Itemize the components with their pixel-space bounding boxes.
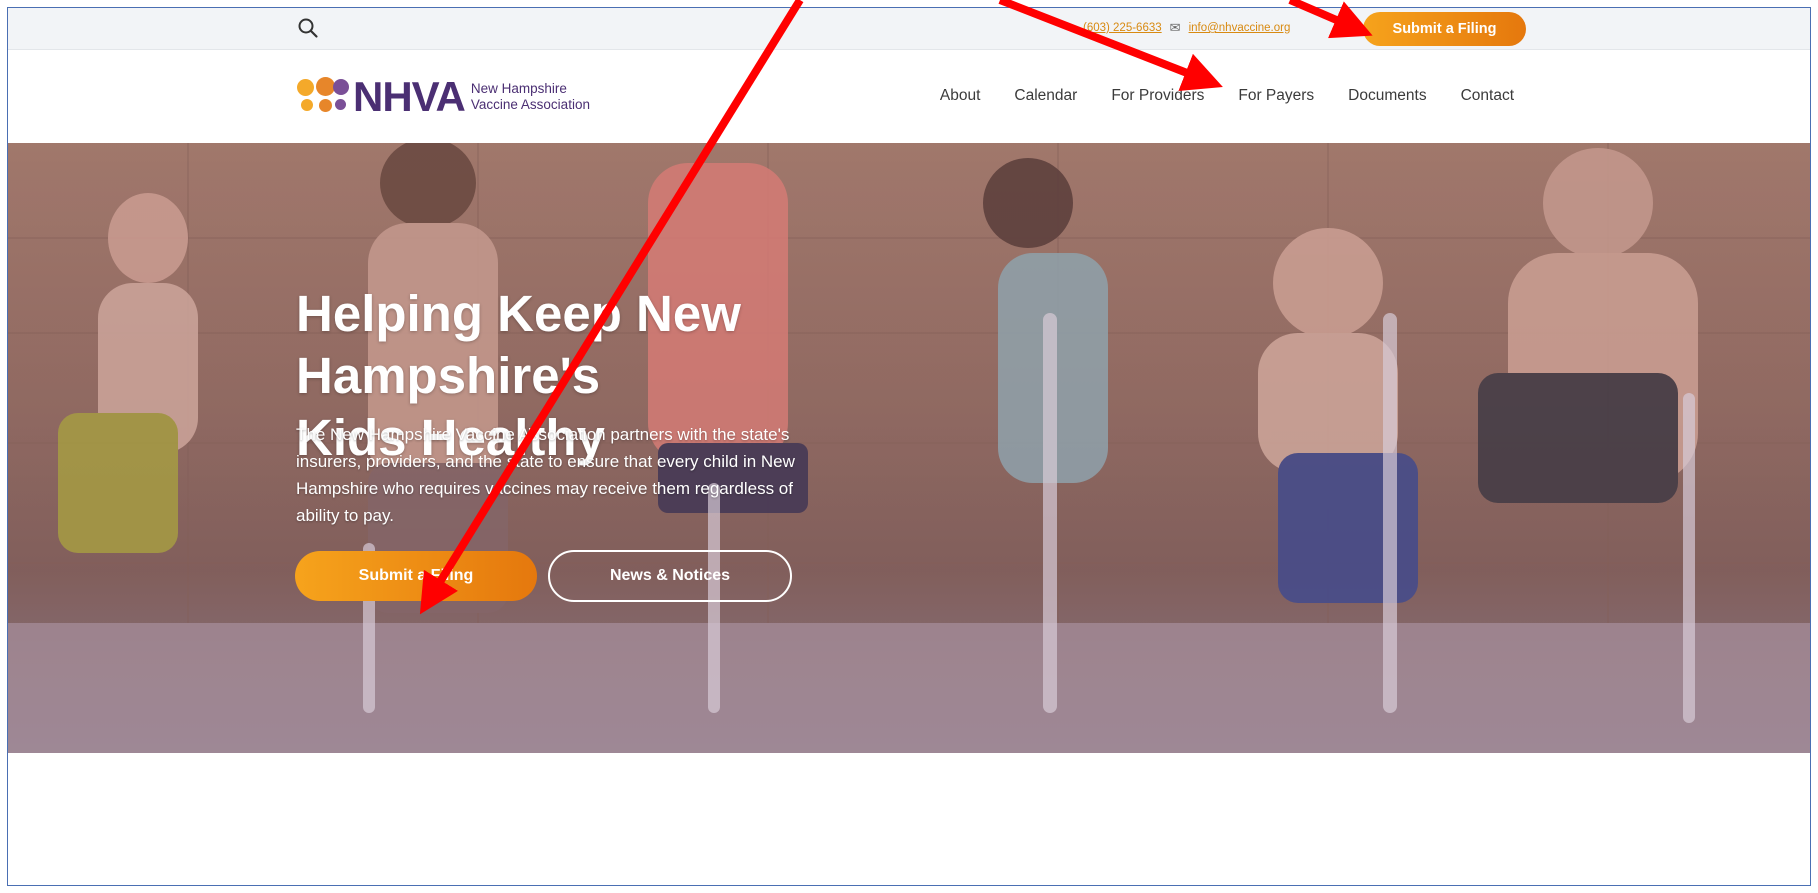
logo-mark-icon [297,77,351,117]
main-nav: About Calendar For Providers For Payers … [940,87,1514,105]
nav-item-contact[interactable]: Contact [1461,87,1514,105]
site-header: NHVA New Hampshire Vaccine Association A… [8,50,1810,143]
hero-section: Helping Keep New Hampshire's Kids Health… [8,143,1810,753]
hero-title-line1: Helping Keep New Hampshire's [296,285,741,404]
nav-item-calendar[interactable]: Calendar [1014,87,1077,105]
top-submit-filing-button[interactable]: Submit a Filing [1363,12,1526,46]
nav-item-about[interactable]: About [940,87,981,105]
phone-link[interactable]: (603) 225-6633 [1083,22,1162,34]
nav-item-documents[interactable]: Documents [1348,87,1426,105]
utility-bar: (603) 225-6633 ✉ info@nhvaccine.org Subm… [8,8,1810,50]
email-link[interactable]: info@nhvaccine.org [1189,22,1291,34]
contact-info: (603) 225-6633 ✉ info@nhvaccine.org [1083,20,1290,36]
mail-icon: ✉ [1169,20,1181,35]
nav-item-for-payers[interactable]: For Payers [1238,87,1314,105]
logo-subtitle-line2: Vaccine Association [470,97,590,112]
hero-submit-filing-button[interactable]: Submit a Filing [295,551,537,601]
hero-description: The New Hampshire Vaccine Association pa… [296,425,795,525]
nav-item-for-providers[interactable]: For Providers [1111,87,1204,105]
content-area [8,753,1810,885]
site-logo[interactable]: NHVA New Hampshire Vaccine Association [297,76,590,118]
logo-subtitle-line1: New Hampshire [470,81,567,96]
browser-viewport: (603) 225-6633 ✉ info@nhvaccine.org Subm… [7,7,1811,886]
search-icon[interactable] [297,17,319,39]
logo-abbreviation: NHVA [353,73,466,120]
news-notices-button[interactable]: News & Notices [548,550,792,602]
logo-subtitle: New Hampshire Vaccine Association [471,81,590,113]
